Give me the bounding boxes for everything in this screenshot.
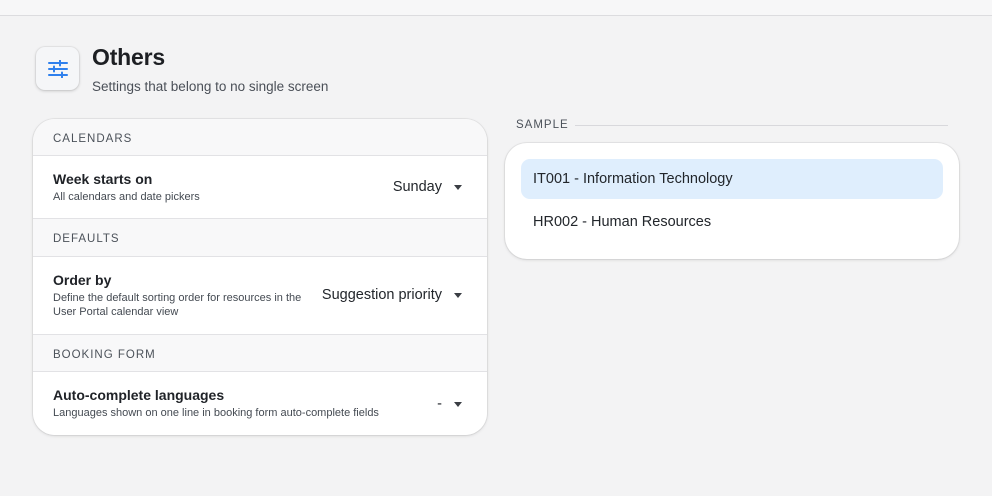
page-title: Others bbox=[92, 44, 165, 70]
week-start-select[interactable]: Sunday bbox=[393, 179, 462, 195]
chevron-down-icon bbox=[454, 401, 462, 407]
section-heading: DEFAULTS bbox=[53, 233, 120, 245]
page-subtitle: Settings that belong to no single screen bbox=[92, 79, 329, 94]
select-value: - bbox=[437, 396, 442, 412]
section-heading: CALENDARS bbox=[53, 133, 133, 145]
select-value: Sunday bbox=[392, 179, 442, 195]
sliders-icon bbox=[36, 47, 79, 90]
row-description: Define the default sorting order for res… bbox=[53, 292, 302, 318]
sample-list: IT001 - Information Technology HR002 - H… bbox=[505, 143, 959, 259]
row-title: Week starts on bbox=[53, 171, 153, 187]
top-bar bbox=[0, 0, 992, 16]
chevron-down-icon bbox=[454, 184, 462, 190]
section-header-calendars: CALENDARS bbox=[33, 119, 487, 156]
row-description: Languages shown on one line in booking f… bbox=[53, 407, 379, 419]
languages-row: Auto-complete languages Languages shown … bbox=[33, 372, 487, 435]
sample-item-it001[interactable]: IT001 - Information Technology bbox=[521, 159, 943, 199]
row-description: All calendars and date pickers bbox=[53, 191, 200, 203]
order-by-row: Order by Define the default sorting orde… bbox=[33, 257, 487, 335]
sample-divider bbox=[575, 125, 948, 126]
order-by-select[interactable]: Suggestion priority bbox=[322, 287, 462, 303]
languages-select[interactable]: - bbox=[437, 396, 462, 412]
week-start-row: Week starts on All calendars and date pi… bbox=[33, 156, 487, 219]
row-title: Order by bbox=[53, 272, 112, 288]
row-title: Auto-complete languages bbox=[53, 387, 225, 403]
section-header-booking-form: BOOKING FORM bbox=[33, 335, 487, 372]
section-header-defaults: DEFAULTS bbox=[33, 219, 487, 257]
sample-item-hr002[interactable]: HR002 - Human Resources bbox=[521, 202, 943, 242]
select-value: Suggestion priority bbox=[321, 287, 442, 303]
chevron-down-icon bbox=[454, 292, 462, 298]
settings-card: CALENDARS Week starts on All calendars a… bbox=[33, 119, 487, 435]
sample-label: SAMPLE bbox=[516, 119, 569, 131]
section-heading: BOOKING FORM bbox=[53, 349, 156, 361]
